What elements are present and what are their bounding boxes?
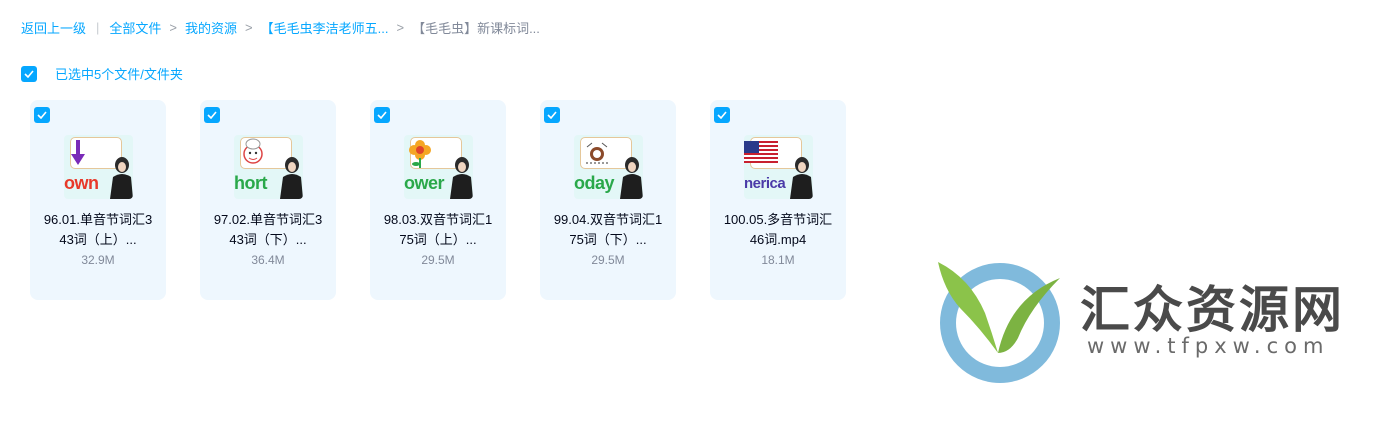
file-name-line: 43词（上）... <box>59 232 137 247</box>
file-name[interactable]: 96.01.单音节词汇3 43词（上）... <box>30 210 166 250</box>
file-checkbox[interactable] <box>34 107 50 123</box>
separator: | <box>96 19 100 35</box>
select-all-row: 已选中5个文件/文件夹 <box>21 64 183 83</box>
down-arrow-icon <box>71 140 85 165</box>
file-name[interactable]: 97.02.单音节词汇3 43词（下）... <box>200 210 336 250</box>
check-icon <box>377 111 387 119</box>
watermark-url: www.tfpxw.com <box>1087 334 1330 358</box>
file-card[interactable]: ower 98.03.双音节词汇1 75词（上）... 29.5M <box>370 100 506 300</box>
file-name-line: 98.03.双音节词汇1 <box>383 212 493 227</box>
file-checkbox[interactable] <box>544 107 560 123</box>
file-card[interactable]: own 96.01.单音节词汇3 43词（上）... 32.9M <box>30 100 166 300</box>
selection-count-label: 已选中5个文件/文件夹 <box>55 67 183 82</box>
file-size: 32.9M <box>81 253 115 267</box>
file-checkbox[interactable] <box>714 107 730 123</box>
file-size: 29.5M <box>591 253 625 267</box>
file-name-line: 43词（下）... <box>229 232 307 247</box>
watermark-logo-icon <box>938 262 1060 383</box>
breadcrumb: 返回上一级 | 全部文件 > 我的资源 > 【毛毛虫李洁老师五... > 【毛毛… <box>21 17 540 37</box>
teacher-figure-icon <box>280 157 303 199</box>
chef-icon <box>243 138 263 164</box>
thumb-word: nerica <box>744 175 786 192</box>
video-thumbnail[interactable]: oday <box>574 135 643 199</box>
select-all-checkbox[interactable] <box>21 65 37 82</box>
file-checkbox[interactable] <box>374 107 390 123</box>
teacher-figure-icon <box>110 157 133 199</box>
thumb-word: ower <box>404 173 445 193</box>
breadcrumb-my-resources[interactable]: 我的资源 <box>185 18 237 37</box>
file-name-line: 75词（下）... <box>569 232 647 247</box>
file-name-line: 97.02.单音节词汇3 <box>213 212 323 227</box>
watermark-text: 汇众资源网 <box>1080 280 1345 339</box>
thumb-word: oday <box>574 173 615 193</box>
back-link[interactable]: 返回上一级 <box>21 18 86 37</box>
file-card[interactable]: hort 97.02.单音节词汇3 43词（下）... 36.4M <box>200 100 336 300</box>
file-name-line: 75词（上）... <box>399 232 477 247</box>
file-checkbox[interactable] <box>204 107 220 123</box>
file-card[interactable]: nerica 100.05.多音节词汇 46词.mp4 18.1M <box>710 100 846 300</box>
file-name-line: 100.05.多音节词汇 <box>723 212 833 227</box>
chevron-right-icon: > <box>245 19 253 35</box>
clock-icon <box>586 142 608 164</box>
video-thumbnail[interactable]: nerica <box>744 135 813 199</box>
us-flag-icon <box>744 141 778 163</box>
check-icon <box>24 69 34 78</box>
video-thumbnail[interactable]: ower <box>404 135 473 199</box>
file-size: 18.1M <box>761 253 795 267</box>
file-size: 29.5M <box>421 253 455 267</box>
breadcrumb-folder[interactable]: 【毛毛虫李洁老师五... <box>261 18 389 37</box>
file-grid: own 96.01.单音节词汇3 43词（上）... 32.9M hort 97… <box>30 100 846 300</box>
teacher-figure-icon <box>620 157 643 199</box>
file-size: 36.4M <box>251 253 285 267</box>
check-icon <box>547 111 557 119</box>
file-name[interactable]: 99.04.双音节词汇1 75词（下）... <box>540 210 676 250</box>
check-icon <box>717 111 727 119</box>
breadcrumb-current: 【毛毛虫】新课标词... <box>412 20 540 36</box>
check-icon <box>207 111 217 119</box>
file-name-line: 46词.mp4 <box>749 232 807 247</box>
video-thumbnail[interactable]: hort <box>234 135 303 199</box>
file-name-line: 99.04.双音节词汇1 <box>553 212 663 227</box>
file-card[interactable]: oday 99.04.双音节词汇1 75词（下）... 29.5M <box>540 100 676 300</box>
teacher-figure-icon <box>450 157 473 199</box>
thumb-word: own <box>64 173 99 193</box>
file-name[interactable]: 98.03.双音节词汇1 75词（上）... <box>370 210 506 250</box>
thumb-word: hort <box>234 173 268 193</box>
breadcrumb-all-files[interactable]: 全部文件 <box>109 18 161 37</box>
check-icon <box>37 111 47 119</box>
watermark: 汇众资源网 www.tfpxw.com <box>930 258 1360 383</box>
chevron-right-icon: > <box>396 19 405 35</box>
flower-icon <box>409 140 431 168</box>
chevron-right-icon: > <box>169 19 178 35</box>
file-name[interactable]: 100.05.多音节词汇 46词.mp4 <box>710 210 846 250</box>
teacher-figure-icon <box>790 157 813 199</box>
file-name-line: 96.01.单音节词汇3 <box>43 212 153 227</box>
video-thumbnail[interactable]: own <box>64 135 133 199</box>
